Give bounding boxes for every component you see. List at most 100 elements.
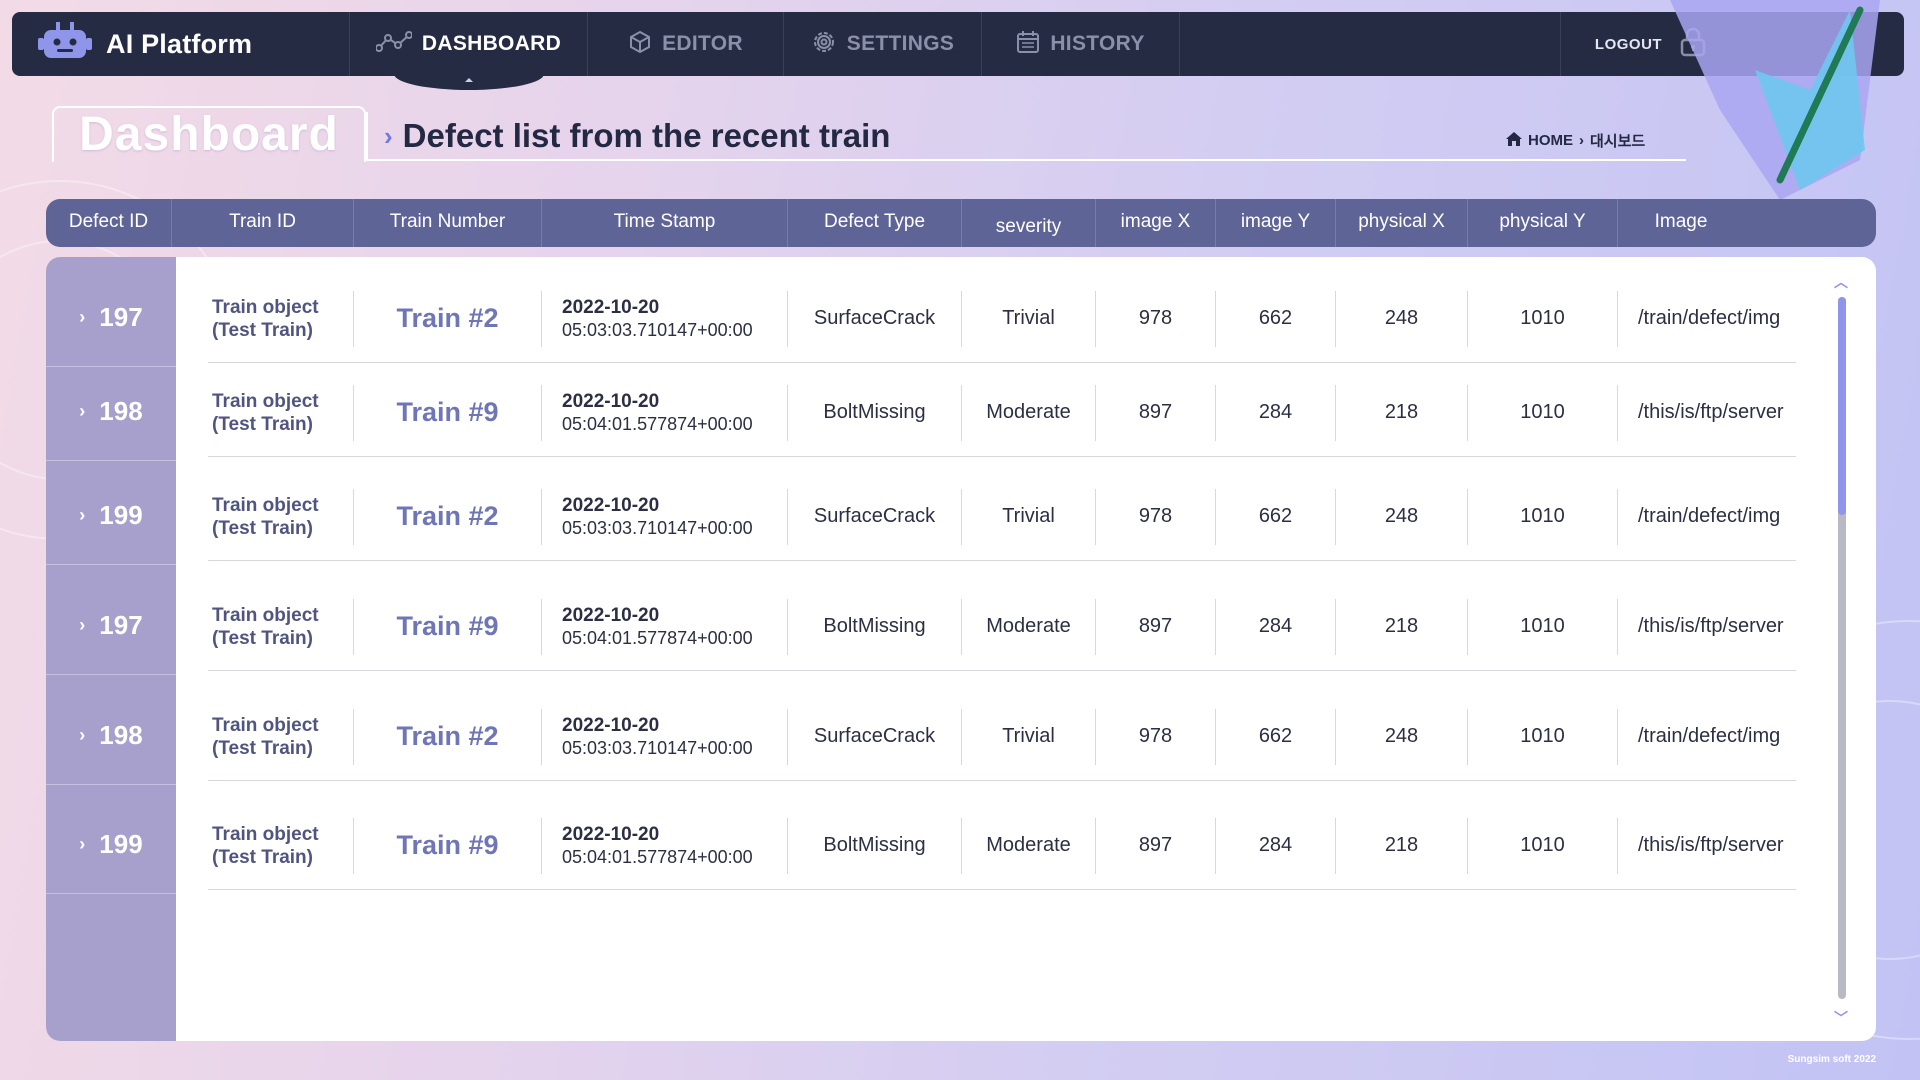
- train-number-cell[interactable]: Train #2: [354, 488, 542, 545]
- physical-y-cell: 1010: [1468, 708, 1618, 765]
- scroll-up-arrow-icon[interactable]: ︿: [1834, 272, 1848, 292]
- page-subtitle: Defect list from the recent train: [402, 117, 891, 154]
- nav-tab-label: HISTORY: [1050, 32, 1145, 55]
- time-stamp-time: 05:03:03.710147+00:00: [562, 319, 753, 340]
- physical-y-cell: 1010: [1468, 290, 1618, 347]
- table-body: › 197 Train object (Test Train) Train #2 2022…: [46, 257, 1876, 1041]
- image-path-cell[interactable]: /this/is/ftp/server: [1618, 385, 1796, 441]
- defect-type-cell: SurfaceCrack: [788, 290, 962, 347]
- train-id-line-2: (Test Train): [212, 627, 313, 649]
- chevron-right-icon: ›: [79, 307, 86, 327]
- image-path-cell[interactable]: /train/defect/img: [1618, 489, 1796, 545]
- time-stamp-cell: 2022-10-20 05:04:01.577874+00:00: [542, 598, 788, 655]
- time-stamp-cell: 2022-10-20 05:03:03.710147+00:00: [542, 290, 788, 347]
- physical-x-cell: 248: [1336, 708, 1468, 765]
- severity-cell: Moderate: [962, 384, 1096, 441]
- column-header-image[interactable]: Image: [1618, 199, 1744, 247]
- nav-tab-history[interactable]: HISTORY: [982, 12, 1180, 76]
- chevron-right-icon: ›: [384, 120, 393, 151]
- vertical-scrollbar[interactable]: [1838, 297, 1846, 999]
- train-id-line-2: (Test Train): [212, 319, 313, 341]
- train-id-line-1: Train object: [212, 296, 319, 318]
- physical-x-cell: 218: [1336, 384, 1468, 441]
- column-header-severity[interactable]: severity: [962, 199, 1096, 247]
- breadcrumb-home[interactable]: HOME: [1528, 132, 1573, 149]
- nav-tab-editor[interactable]: EDITOR: [588, 12, 784, 76]
- defect-id-value: 198: [99, 396, 143, 426]
- scrollbar-thumb[interactable]: [1838, 297, 1846, 515]
- train-number-cell[interactable]: Train #9: [354, 384, 542, 441]
- image-path-cell[interactable]: /this/is/ftp/server: [1618, 818, 1796, 874]
- train-id-line-2: (Test Train): [212, 413, 313, 435]
- nodes-icon: [374, 30, 413, 58]
- physical-y-cell: 1010: [1468, 488, 1618, 545]
- defect-id-cell[interactable]: › 198: [46, 687, 176, 785]
- image-x-cell: 978: [1096, 708, 1216, 765]
- time-stamp-date: 2022-10-20: [562, 390, 660, 412]
- time-stamp-time: 05:03:03.710147+00:00: [562, 517, 753, 538]
- time-stamp-cell: 2022-10-20 05:03:03.710147+00:00: [542, 488, 788, 545]
- time-stamp-date: 2022-10-20: [562, 604, 660, 626]
- train-id-line-1: Train object: [212, 494, 319, 516]
- defect-id-cell[interactable]: › 197: [46, 577, 176, 675]
- time-stamp-cell: 2022-10-20 05:04:01.577874+00:00: [542, 817, 788, 874]
- chevron-right-icon: ›: [79, 725, 86, 745]
- defect-id-cell[interactable]: › 199: [46, 467, 176, 565]
- column-header-physical-x[interactable]: physical X: [1336, 199, 1468, 247]
- active-indicator: [464, 78, 473, 82]
- defect-id-cell[interactable]: › 199: [46, 796, 176, 894]
- train-number-cell[interactable]: Train #2: [354, 290, 542, 347]
- train-id-line-1: Train object: [212, 604, 319, 626]
- defect-id-cell[interactable]: › 198: [46, 363, 176, 461]
- page-title: Dashboard: [79, 108, 339, 161]
- time-stamp-date: 2022-10-20: [562, 823, 660, 845]
- table-row[interactable]: Train object (Test Train) Train #2 2022-10-…: [208, 275, 1796, 363]
- column-header-train-id[interactable]: Train ID: [172, 199, 354, 247]
- nav-tab-dashboard[interactable]: DASHBOARD: [350, 12, 588, 82]
- defect-type-cell: BoltMissing: [788, 384, 962, 441]
- defect-id-value: 199: [99, 500, 143, 530]
- gear-icon: [811, 29, 837, 60]
- train-id-cell: Train object (Test Train): [208, 290, 354, 347]
- table-row[interactable]: Train object (Test Train) Train #9 2022-10-…: [208, 583, 1796, 671]
- train-id-line-2: (Test Train): [212, 517, 313, 539]
- table-row[interactable]: Train object (Test Train) Train #2 2022-10-…: [208, 473, 1796, 561]
- train-number-cell[interactable]: Train #9: [354, 817, 542, 874]
- image-y-cell: 284: [1216, 817, 1336, 874]
- image-path-cell[interactable]: /train/defect/img: [1618, 291, 1796, 347]
- column-header-defect-type[interactable]: Defect Type: [788, 199, 962, 247]
- image-path-cell[interactable]: /this/is/ftp/server: [1618, 599, 1796, 655]
- column-header-image-x[interactable]: image X: [1096, 199, 1216, 247]
- time-stamp-date: 2022-10-20: [562, 296, 660, 318]
- calendar-icon: [1016, 30, 1040, 59]
- defect-id-cell[interactable]: › 197: [46, 269, 176, 367]
- train-number-cell[interactable]: Train #2: [354, 708, 542, 765]
- brand[interactable]: AI Platform: [12, 12, 350, 76]
- train-id-line-1: Train object: [212, 390, 319, 412]
- physical-y-cell: 1010: [1468, 598, 1618, 655]
- physical-y-cell: 1010: [1468, 817, 1618, 874]
- column-header-defect-id[interactable]: Defect ID: [46, 199, 172, 247]
- nav-tab-label: SETTINGS: [846, 32, 955, 55]
- defect-id-value: 197: [99, 610, 143, 640]
- breadcrumb: HOME › 대시보드: [1506, 130, 1645, 151]
- image-y-cell: 662: [1216, 488, 1336, 545]
- column-header-time-stamp[interactable]: Time Stamp: [542, 199, 788, 247]
- table-row[interactable]: Train object (Test Train) Train #9 2022-10-…: [208, 802, 1796, 890]
- image-path-cell[interactable]: /train/defect/img: [1618, 709, 1796, 765]
- column-header-image-y[interactable]: image Y: [1216, 199, 1336, 247]
- scroll-down-arrow-icon[interactable]: ﹀: [1834, 1008, 1848, 1028]
- column-header-train-number[interactable]: Train Number: [354, 199, 542, 247]
- train-number-cell[interactable]: Train #9: [354, 598, 542, 655]
- table-row[interactable]: Train object (Test Train) Train #9 2022-10-…: [208, 369, 1796, 457]
- image-y-cell: 284: [1216, 384, 1336, 441]
- table-row[interactable]: Train object (Test Train) Train #2 2022-10-…: [208, 693, 1796, 781]
- image-y-cell: 662: [1216, 290, 1336, 347]
- time-stamp-time: 05:04:01.577874+00:00: [562, 627, 753, 648]
- physical-x-cell: 218: [1336, 817, 1468, 874]
- column-header-physical-y[interactable]: physical Y: [1468, 199, 1618, 247]
- nav-tab-settings[interactable]: SETTINGS: [784, 12, 982, 76]
- time-stamp-cell: 2022-10-20 05:04:01.577874+00:00: [542, 384, 788, 441]
- defect-type-cell: BoltMissing: [788, 598, 962, 655]
